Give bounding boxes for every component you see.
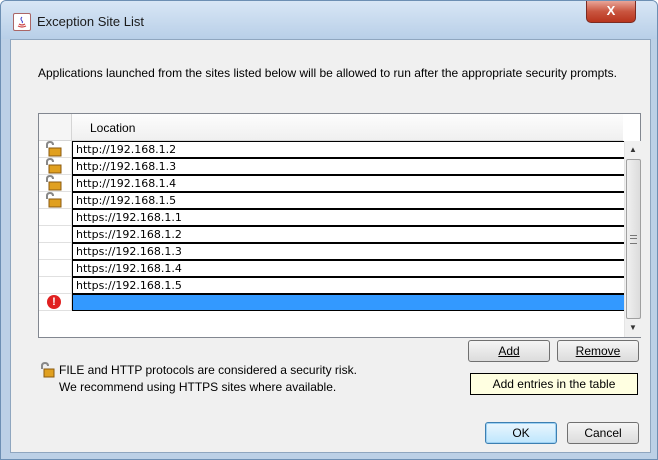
location-cell[interactable]: https://192.168.1.3: [72, 243, 625, 260]
security-risk-warning: FILE and HTTP protocols are considered a…: [59, 362, 357, 396]
row-icon-cell: [39, 277, 72, 294]
icon-column-header: [39, 114, 72, 141]
row-icon-cell: [39, 260, 72, 277]
add-button[interactable]: Add: [468, 340, 550, 362]
row-icon-cell: [39, 243, 72, 260]
close-button[interactable]: X: [586, 1, 636, 23]
dialog-body: Applications launched from the sites lis…: [10, 39, 651, 453]
table-row[interactable]: https://192.168.1.2: [39, 226, 625, 243]
remove-button-label: Remove: [575, 344, 621, 358]
close-icon: X: [606, 3, 616, 18]
site-list-table[interactable]: Location http://192.168.1.2 http://192.16…: [38, 113, 641, 338]
table-row[interactable]: !: [39, 294, 625, 311]
unlocked-padlock-icon: [39, 361, 55, 381]
warning-line-2: We recommend using HTTPS sites where ava…: [59, 380, 337, 394]
cancel-button[interactable]: Cancel: [567, 422, 639, 444]
title-bar[interactable]: Exception Site List X: [1, 1, 657, 39]
row-icon-cell: [39, 140, 72, 158]
location-cell[interactable]: https://192.168.1.4: [72, 260, 625, 277]
table-row[interactable]: http://192.168.1.2: [39, 140, 625, 158]
row-icon-cell: [39, 191, 72, 209]
location-cell[interactable]: [72, 294, 625, 311]
location-cell[interactable]: https://192.168.1.1: [72, 209, 625, 226]
scroll-up-arrow-icon[interactable]: ▲: [625, 141, 641, 158]
site-rows: http://192.168.1.2 http://192.168.1.3 http…: [39, 140, 625, 311]
location-column-header[interactable]: Location: [72, 114, 623, 141]
location-cell[interactable]: http://192.168.1.5: [72, 192, 625, 209]
row-icon-cell: !: [39, 294, 72, 311]
row-icon-cell: [39, 157, 72, 175]
location-cell[interactable]: http://192.168.1.3: [72, 158, 625, 175]
location-cell[interactable]: http://192.168.1.4: [72, 175, 625, 192]
row-icon-cell: [39, 226, 72, 243]
java-app-icon: [13, 13, 31, 31]
add-button-label: Add: [498, 344, 520, 358]
ok-button[interactable]: OK: [485, 422, 557, 444]
row-icon-cell: [39, 174, 72, 192]
vertical-scrollbar[interactable]: ▲ ▼: [624, 141, 641, 337]
scroll-down-arrow-icon[interactable]: ▼: [625, 319, 641, 336]
warning-line-1: FILE and HTTP protocols are considered a…: [59, 363, 357, 377]
location-header-label: Location: [90, 121, 136, 135]
error-icon: !: [47, 295, 61, 309]
description-text: Applications launched from the sites lis…: [38, 66, 617, 80]
row-icon-cell: [39, 209, 72, 226]
table-row[interactable]: https://192.168.1.1: [39, 209, 625, 226]
remove-button[interactable]: Remove: [557, 340, 639, 362]
scrollbar-thumb[interactable]: [626, 159, 641, 319]
table-row[interactable]: http://192.168.1.4: [39, 174, 625, 192]
window-title: Exception Site List: [37, 14, 144, 29]
location-cell[interactable]: https://192.168.1.5: [72, 277, 625, 294]
table-row[interactable]: http://192.168.1.5: [39, 191, 625, 209]
table-row[interactable]: https://192.168.1.5: [39, 277, 625, 294]
table-row[interactable]: http://192.168.1.3: [39, 157, 625, 175]
table-row[interactable]: https://192.168.1.3: [39, 243, 625, 260]
location-cell[interactable]: http://192.168.1.2: [72, 141, 625, 158]
add-button-tooltip: Add entries in the table: [470, 373, 638, 395]
scrollbar-grip-icon: [630, 235, 637, 244]
location-cell[interactable]: https://192.168.1.2: [72, 226, 625, 243]
table-row[interactable]: https://192.168.1.4: [39, 260, 625, 277]
exception-site-list-window: Exception Site List X Applications launc…: [0, 0, 658, 460]
